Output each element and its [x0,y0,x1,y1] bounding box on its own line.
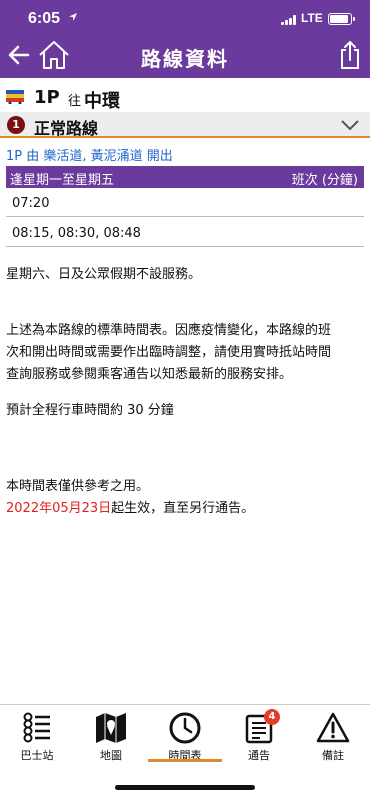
route-to-label: 往 [68,94,82,109]
tab-timetable[interactable]: 時間表 [148,705,222,765]
tab-label: 備註 [322,749,344,762]
variant-title: 正常路線 [34,119,99,138]
variant-number-badge: 1 [7,116,25,134]
adjustment-note-line2: 次和開出時間或需要作出臨時調整，請使用實時抵站時間 [6,345,332,360]
map-icon [96,713,126,743]
timetable-header: 逢星期一至星期五 班次 (分鐘) [6,166,364,188]
reference-note: 本時間表僅供參考之用。 [6,479,150,494]
route-destination: 中環 [84,91,120,112]
adjustment-note-line1: 上述為本路線的標準時間表。因應疫情變化，本路線的班 [6,323,332,338]
app-header: 6:05 LTE 路線資料 [0,0,370,78]
battery-icon [328,13,355,25]
page-title: 路線資料 [141,47,229,71]
chevron-down-icon[interactable] [340,119,360,131]
tab-label: 巴士站 [20,749,54,762]
notice-count-badge: 4 [264,709,280,725]
departure-times: 07:20 [12,196,50,211]
journey-time-note: 預計全程行車時間約 30 分鐘 [6,403,174,418]
route-number: 1P [34,87,60,108]
clock-icon [169,712,201,744]
origin-text: 1P 由 樂活道, 黃泥涌道 開出 [6,149,173,164]
table-row: 07:20 [6,188,364,217]
tab-label: 通告 [248,749,270,762]
tab-remarks[interactable]: 備註 [296,705,370,765]
departure-times: 08:15, 08:30, 08:48 [12,226,141,241]
share-icon[interactable] [339,40,361,70]
holiday-note: 星期六、日及公眾假期不設服務。 [6,267,202,282]
tab-bar: 巴士站 地圖 時間表 通告 備註 [0,705,370,765]
table-row: 08:15, 08:30, 08:48 [6,218,364,247]
signal-icon [281,15,299,25]
bus-icon [6,90,24,104]
route-variant-selector[interactable]: 1 正常路線 [0,112,370,138]
active-tab-indicator [148,759,222,762]
tab-label: 地圖 [100,749,122,762]
bus-stop-icon [23,712,50,743]
tab-notices[interactable]: 通告 [222,705,296,765]
status-time: 6:05 [28,10,61,27]
frequency-header: 班次 (分鐘) [291,173,358,188]
location-arrow-icon [69,13,77,21]
adjustment-note-line3: 查詢服務或參閱乘客通告以知悉最新的服務安排。 [6,367,293,382]
tab-map[interactable]: 地圖 [74,705,148,765]
effective-date: 2022年05月23日 [6,501,112,516]
effective-text: 起生效，直至另行通告。 [111,501,255,516]
route-row: 1P 往 中環 [0,84,370,112]
day-header: 逢星期一至星期五 [10,173,115,188]
home-indicator[interactable] [115,785,255,790]
effective-note: 2022年05月23日起生效，直至另行通告。 [6,498,364,520]
status-bar: 6:05 LTE [0,0,370,34]
warning-icon [316,712,350,743]
network-label: LTE [301,11,323,25]
nav-bar: 路線資料 [0,34,370,78]
tab-bus-stops[interactable]: 巴士站 [0,705,74,765]
